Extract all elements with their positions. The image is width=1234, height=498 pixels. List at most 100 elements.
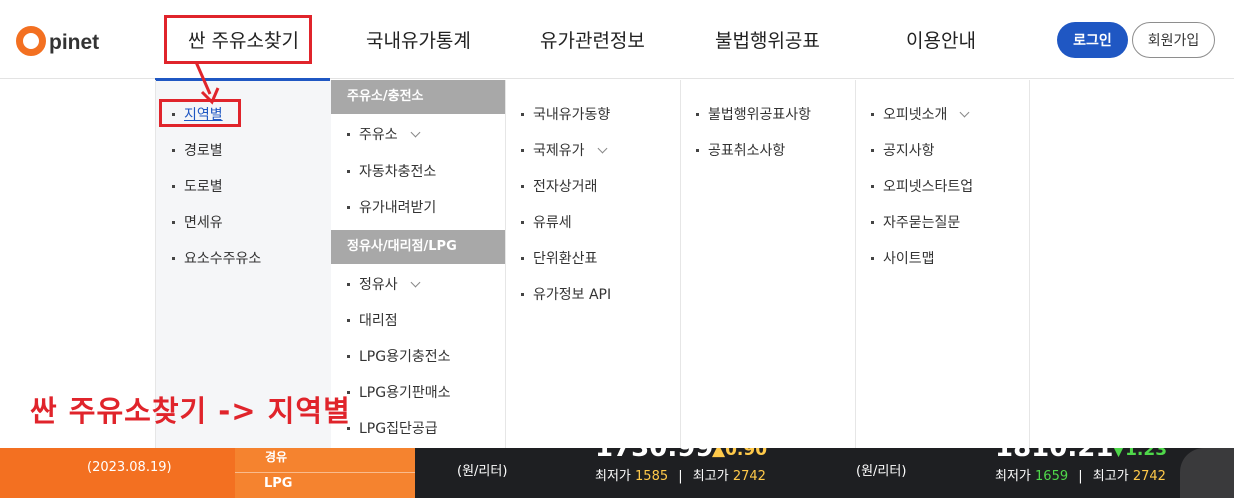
menu-notice-label: 공지사항 [883, 143, 935, 159]
banner-car-image [1180, 448, 1234, 498]
bullet [871, 148, 874, 152]
banner-fuel-tabs [235, 448, 415, 498]
menu-illegal-items-label: 불법행위공표사항 [708, 107, 812, 123]
bullet [347, 132, 350, 136]
menu-divider [680, 80, 681, 448]
nav-usage-guide[interactable]: 이용안내 [906, 26, 976, 53]
menu-notice[interactable]: 공지사항 [871, 140, 935, 160]
menu-gas-station-label: 주유소 [359, 127, 398, 143]
logo-o-mark [16, 26, 46, 56]
menu-gas-station[interactable]: 주유소 [347, 124, 421, 144]
bullet [521, 184, 524, 188]
nav-illegal-disclosure[interactable]: 불법행위공표 [715, 26, 820, 53]
menu-faq-label: 자주묻는질문 [883, 215, 961, 231]
bullet [871, 184, 874, 188]
section-station-charger: 주유소/충전소 [331, 80, 505, 114]
menu-lpg-sale-label: LPG용기판매소 [359, 385, 451, 401]
menu-sitemap[interactable]: 사이트맵 [871, 248, 935, 268]
menu-lpg-charge[interactable]: LPG용기충전소 [347, 346, 451, 366]
bullet [347, 354, 350, 358]
menu-fuel-tax[interactable]: 유류세 [521, 212, 572, 232]
bullet [347, 169, 350, 173]
menu-intl-price-label: 국제유가 [533, 143, 585, 159]
menu-domestic-trend-label: 국내유가동향 [533, 107, 611, 123]
menu-lpg-sale[interactable]: LPG용기판매소 [347, 382, 451, 402]
menu-intl-price[interactable]: 국제유가 [521, 140, 607, 160]
banner-change-1: ▲0.90 [712, 448, 767, 460]
menu-startup[interactable]: 오피넷스타트업 [871, 176, 973, 196]
menu-taxfree-label: 면세유 [184, 215, 223, 231]
banner-minmax-1: 최저가 1585 | 최고가 2742 [595, 465, 766, 484]
annotation-arrow-icon [194, 61, 220, 105]
separator: | [1078, 469, 1083, 484]
min-value-2: 1659 [1035, 469, 1069, 484]
bullet [521, 292, 524, 296]
menu-road-label: 도로별 [184, 179, 223, 195]
banner-date: (2023.08.19) [87, 460, 172, 475]
menu-fuel-tax-label: 유류세 [533, 215, 572, 231]
banner-change-2-value: 1.23 [1125, 448, 1168, 460]
bullet [172, 220, 175, 224]
menu-disclosure-cancel[interactable]: 공표취소사항 [696, 140, 785, 160]
bullet [871, 220, 874, 224]
banner-price-2: 1810.21 [995, 448, 1114, 463]
menu-lpg-charge-label: LPG용기충전소 [359, 349, 451, 365]
tab-diesel[interactable]: 경유 [265, 448, 287, 465]
menu-ev-charger-label: 자동차충전소 [359, 164, 437, 180]
chevron-down-icon [410, 277, 421, 287]
annotation-highlight-nav [164, 15, 312, 64]
menu-ev-charger[interactable]: 자동차충전소 [347, 161, 436, 181]
chevron-down-icon [410, 127, 421, 137]
bullet [347, 205, 350, 209]
menu-agency[interactable]: 대리점 [347, 310, 398, 330]
join-button[interactable]: 회원가입 [1132, 22, 1215, 58]
menu-refinery[interactable]: 정유사 [347, 274, 421, 294]
bullet [696, 112, 699, 116]
menu-price-download[interactable]: 유가내려받기 [347, 197, 436, 217]
bullet [871, 256, 874, 260]
nav-domestic-stats[interactable]: 국내유가통계 [366, 26, 471, 53]
bullet [172, 148, 175, 152]
banner-change-1-value: 0.90 [725, 448, 768, 460]
opinet-logo[interactable]: pinet [16, 16, 99, 56]
nav-price-info[interactable]: 유가관련정보 [540, 26, 645, 53]
chevron-down-icon [597, 143, 607, 153]
menu-price-api-label: 유가정보 API [533, 287, 612, 303]
bullet [347, 282, 350, 286]
banner-minmax-2: 최저가 1659 | 최고가 2742 [995, 465, 1166, 484]
active-nav-indicator [155, 78, 330, 81]
menu-divider [505, 80, 506, 448]
menu-urea[interactable]: 요소수주유소 [172, 248, 261, 268]
menu-faq[interactable]: 자주묻는질문 [871, 212, 960, 232]
annotation-caption: 싼 주유소찾기 -> 지역별 [30, 394, 351, 428]
bullet [521, 220, 524, 224]
menu-ecommerce-label: 전자상거래 [533, 179, 598, 195]
menu-agency-label: 대리점 [359, 313, 398, 329]
menu-disclosure-cancel-label: 공표취소사항 [708, 143, 786, 159]
menu-lpg-group-label: LPG집단공급 [359, 421, 438, 437]
bullet [696, 148, 699, 152]
menu-domestic-trend[interactable]: 국내유가동향 [521, 104, 610, 124]
banner-unit-1: (원/리터) [457, 464, 508, 479]
menu-about[interactable]: 오피넷소개 [871, 104, 970, 124]
menu-sitemap-label: 사이트맵 [883, 251, 935, 267]
menu-route-label: 경로별 [184, 143, 223, 159]
menu-illegal-items[interactable]: 불법행위공표사항 [696, 104, 811, 124]
menu-unit-convert[interactable]: 단위환산표 [521, 248, 597, 268]
bullet [521, 256, 524, 260]
menu-route[interactable]: 경로별 [172, 140, 223, 160]
section-refinery: 정유사/대리점/LPG [331, 230, 505, 264]
max-value-1: 2742 [732, 469, 766, 484]
menu-road[interactable]: 도로별 [172, 176, 223, 196]
menu-divider [855, 80, 856, 448]
menu-taxfree[interactable]: 면세유 [172, 212, 223, 232]
separator: | [678, 469, 683, 484]
menu-lpg-group[interactable]: LPG집단공급 [347, 418, 438, 438]
login-button[interactable]: 로그인 [1057, 22, 1128, 58]
tab-lpg[interactable]: LPG [264, 476, 292, 491]
max-label: 최고가 [1092, 469, 1129, 484]
bullet [871, 112, 874, 116]
menu-ecommerce[interactable]: 전자상거래 [521, 176, 597, 196]
logo-text: pinet [49, 31, 100, 54]
menu-price-api[interactable]: 유가정보 API [521, 284, 611, 304]
